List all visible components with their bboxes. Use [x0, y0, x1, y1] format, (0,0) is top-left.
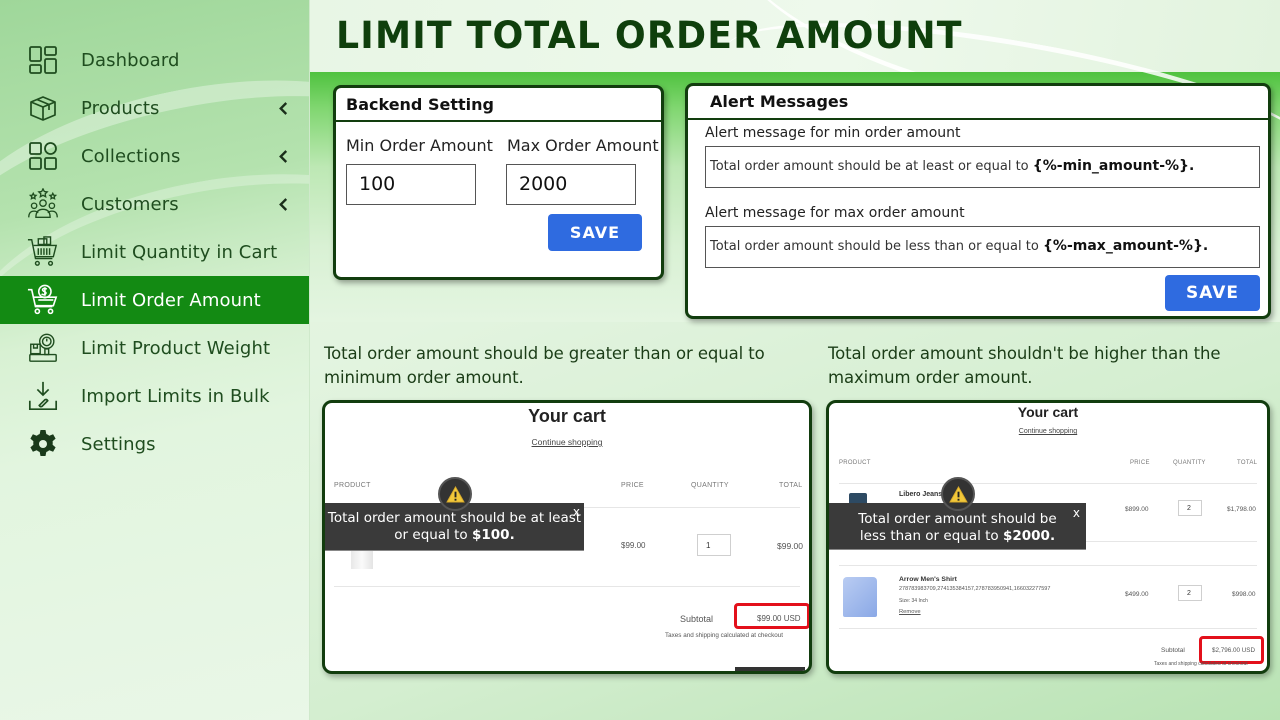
- row-total: $1,798.00: [1227, 506, 1256, 513]
- backend-setting-card: Backend Setting Min Order Amount Max Ord…: [333, 85, 664, 280]
- tax-note: Taxes and shipping calculated at checkou…: [1154, 661, 1248, 667]
- row-total: $99.00: [777, 541, 803, 551]
- sidebar-item-label: Settings: [81, 433, 156, 455]
- sidebar-item-import-limits-in-bulk[interactable]: Import Limits in Bulk: [0, 372, 309, 420]
- warning-icon: [941, 477, 975, 511]
- min-alert-label: Alert message for min order amount: [705, 125, 961, 141]
- sidebar-item-label: Products: [81, 97, 160, 119]
- cart-icon: [26, 235, 60, 269]
- remove-link[interactable]: Remove: [899, 609, 921, 615]
- sidebar-item-limit-product-weight[interactable]: Limit Product Weight: [0, 324, 309, 372]
- dashboard-icon: [26, 43, 60, 77]
- row-total: $998.00: [1232, 591, 1256, 598]
- customers-icon: [26, 187, 60, 221]
- toast-amount: $100.: [472, 527, 515, 543]
- alert-messages-card: Alert Messages Alert message for min ord…: [685, 83, 1271, 319]
- alerts-save-button[interactable]: SAVE: [1165, 275, 1260, 311]
- quantity-input[interactable]: 1: [697, 534, 731, 556]
- close-icon[interactable]: x: [573, 504, 580, 521]
- cart-preview-min: Your cart Continue shopping PRODUCT PRIC…: [322, 400, 812, 674]
- max-order-amount-input[interactable]: 2000: [506, 164, 636, 205]
- min-alert-input[interactable]: Total order amount should be at least or…: [705, 146, 1260, 188]
- backend-save-button[interactable]: SAVE: [548, 214, 642, 251]
- product-ids: 278783983709,274135384157,278783950941,1…: [899, 586, 1051, 592]
- column-header-total: TOTAL: [779, 482, 803, 489]
- max-alert-text: Total order amount should be less than o…: [710, 239, 1043, 254]
- collections-icon: [26, 139, 60, 173]
- column-header-price: PRICE: [621, 482, 644, 489]
- column-header-product: PRODUCT: [839, 460, 871, 466]
- sidebar-item-label: Collections: [81, 145, 181, 167]
- max-amount-token: {%-max_amount-%}.: [1042, 238, 1209, 254]
- chevron-left-icon[interactable]: [276, 196, 290, 212]
- quantity-input[interactable]: 2: [1178, 585, 1202, 601]
- min-amount-token: {%-min_amount-%}.: [1032, 158, 1195, 174]
- sidebar-item-label: Limit Quantity in Cart: [81, 241, 278, 263]
- sidebar-nav: Dashboard Products Collections Customers…: [0, 36, 309, 468]
- sidebar-item-label: Import Limits in Bulk: [81, 385, 270, 407]
- column-header-quantity: QUANTITY: [691, 482, 729, 489]
- subtotal-value: $99.00 USD: [757, 614, 801, 623]
- chevron-left-icon[interactable]: [276, 100, 290, 116]
- max-order-amount-label: Max Order Amount: [507, 136, 659, 155]
- card-title: Backend Setting: [336, 88, 661, 122]
- row-price: $899.00: [1125, 506, 1149, 513]
- continue-shopping-link[interactable]: Continue shopping: [829, 428, 1267, 435]
- subtotal-value: $2,796.00 USD: [1212, 647, 1256, 654]
- sidebar-item-label: Limit Order Amount: [81, 289, 261, 311]
- sidebar-item-collections[interactable]: Collections: [0, 132, 309, 180]
- product-name[interactable]: Libero Jeans: [899, 491, 942, 498]
- toast-amount: $2000.: [1002, 528, 1056, 544]
- weight-scale-icon: [26, 331, 60, 365]
- product-thumbnail: [843, 577, 877, 617]
- page-title: LIMIT TOTAL ORDER AMOUNT: [336, 14, 963, 57]
- min-order-amount-label: Min Order Amount: [346, 136, 493, 155]
- chevron-left-icon[interactable]: [276, 148, 290, 164]
- sidebar-item-products[interactable]: Products: [0, 84, 309, 132]
- tax-note: Taxes and shipping calculated at checkou…: [665, 632, 783, 639]
- sidebar-item-label: Limit Product Weight: [81, 337, 271, 359]
- sidebar-item-label: Customers: [81, 193, 179, 215]
- max-alert-input[interactable]: Total order amount should be less than o…: [705, 226, 1260, 268]
- continue-shopping-link[interactable]: Continue shopping: [325, 437, 809, 447]
- min-order-amount-input[interactable]: 100: [346, 164, 476, 205]
- product-name[interactable]: Arrow Men's Shirt: [899, 576, 957, 583]
- max-alert-label: Alert message for max order amount: [705, 205, 965, 221]
- card-title: Alert Messages: [688, 86, 1268, 120]
- box-icon: [26, 91, 60, 125]
- column-header-price: PRICE: [1130, 460, 1150, 466]
- sidebar-item-settings[interactable]: Settings: [0, 420, 309, 468]
- column-header-product: PRODUCT: [334, 482, 371, 489]
- quantity-input[interactable]: 2: [1178, 500, 1202, 516]
- column-header-quantity: QUANTITY: [1173, 460, 1206, 466]
- cart-dollar-icon: [26, 283, 60, 317]
- row-price: $499.00: [1125, 591, 1149, 598]
- cart-title: Your cart: [1017, 404, 1079, 420]
- import-icon: [26, 379, 60, 413]
- max-caption: Total order amount shouldn't be higher t…: [828, 344, 1221, 387]
- column-header-total: TOTAL: [1237, 460, 1258, 466]
- cart-title: Your cart: [528, 406, 606, 426]
- min-alert-text: Total order amount should be at least or…: [710, 159, 1033, 174]
- sidebar-item-dashboard[interactable]: Dashboard: [0, 36, 309, 84]
- toast-text: Total order amount should be at least or…: [327, 510, 582, 543]
- min-caption: Total order amount should be greater tha…: [324, 344, 765, 387]
- sidebar-item-label: Dashboard: [81, 49, 180, 71]
- product-size: Size: 34 Inch: [899, 598, 928, 604]
- sidebar-item-limit-quantity-in-cart[interactable]: Limit Quantity in Cart: [0, 228, 309, 276]
- subtotal-label: Subtotal: [1161, 647, 1185, 654]
- sidebar-item-limit-order-amount[interactable]: Limit Order Amount: [0, 276, 309, 324]
- checkout-button[interactable]: [735, 667, 805, 671]
- gear-icon: [26, 427, 60, 461]
- cart-preview-max: Your cart Continue shopping PRODUCT PRIC…: [826, 400, 1270, 674]
- row-price: $99.00: [621, 541, 646, 550]
- sidebar-item-customers[interactable]: Customers: [0, 180, 309, 228]
- subtotal-label: Subtotal: [680, 614, 714, 624]
- close-icon[interactable]: x: [1073, 505, 1080, 522]
- warning-icon: [438, 477, 472, 511]
- sidebar: Dashboard Products Collections Customers…: [0, 0, 310, 720]
